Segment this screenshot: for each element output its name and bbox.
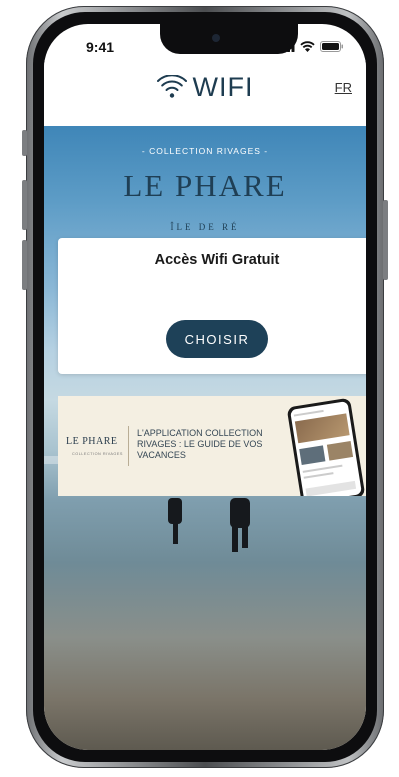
volume-up-button [22, 180, 27, 230]
person-silhouette [230, 498, 250, 528]
banner-divider [128, 426, 129, 466]
notch [160, 24, 298, 54]
battery-icon [320, 41, 343, 52]
page-title-text: WIFI [192, 72, 254, 102]
app-header: WIFI FR [44, 60, 366, 126]
preview-photo [299, 445, 326, 465]
choose-button[interactable]: CHOISIR [166, 320, 268, 358]
app-preview-screen [290, 401, 362, 496]
preview-line [305, 480, 357, 496]
wifi-status-icon [300, 41, 315, 52]
location-label: ÎLE DE RÉ [170, 222, 240, 232]
phone-screen: 9:41 WIFI FR - COLLECTION RIVAGES - LE P… [44, 24, 366, 750]
banner-logo: LE PHARE [66, 436, 118, 447]
app-preview-image [286, 397, 366, 496]
person-silhouette [173, 522, 178, 544]
preview-line [293, 409, 324, 417]
wifi-icon [156, 74, 187, 98]
mute-switch [22, 130, 27, 156]
person-silhouette [242, 526, 248, 548]
wifi-offer-card: Accès Wifi Gratuit CHOISIR [58, 238, 366, 374]
preview-line [302, 464, 343, 473]
banner-text: L'APPLICATION COLLECTION RIVAGES : LE GU… [137, 428, 263, 460]
brand-name: LE PHARE [123, 168, 287, 203]
person-silhouette [168, 498, 182, 524]
preview-line [303, 472, 334, 479]
camera-icon [212, 34, 220, 42]
page-title: WIFI [44, 72, 366, 103]
offer-title: Accès Wifi Gratuit [154, 252, 280, 268]
collection-label: - COLLECTION RIVAGES - [141, 146, 269, 156]
hero-background: - COLLECTION RIVAGES - LE PHARE ÎLE DE R… [44, 126, 366, 750]
language-link[interactable]: FR [335, 80, 352, 95]
power-button [383, 200, 388, 280]
banner-logo-sub: COLLECTION RIVAGES [72, 452, 123, 456]
preview-photo [326, 441, 354, 461]
volume-down-button [22, 240, 27, 290]
preview-photo [294, 413, 350, 444]
status-time: 9:41 [86, 39, 115, 55]
person-silhouette [232, 526, 238, 552]
app-promo-banner[interactable]: LE PHARE COLLECTION RIVAGES L'APPLICATIO… [58, 396, 366, 496]
